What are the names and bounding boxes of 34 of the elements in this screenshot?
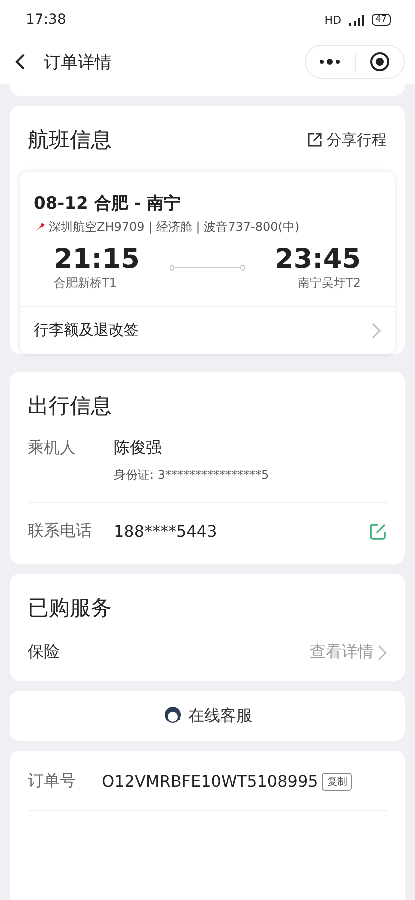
service-label: 保险: [28, 642, 60, 663]
phone-number: 188****5443: [114, 522, 218, 541]
copy-button[interactable]: 复制: [322, 772, 352, 790]
signal-icon: [348, 14, 366, 26]
arrival-airport: 南宁吴圩T2: [298, 275, 361, 292]
status-time: 17:38: [26, 12, 66, 28]
more-icon[interactable]: [319, 59, 342, 65]
battery-level: 47: [372, 14, 391, 26]
departure-time: 21:15: [54, 244, 140, 275]
flight-info: 深圳航空ZH9709 | 经济舱 | 波音737-800(中): [49, 219, 300, 236]
section-title: 出行信息: [28, 393, 112, 420]
customer-service-button[interactable]: 在线客服: [10, 691, 405, 741]
baggage-label: 行李额及退改签: [34, 321, 139, 340]
order-number: O12VMRBFE10WT5108995: [102, 772, 318, 791]
share-icon: [307, 132, 323, 148]
network-label: HD: [324, 14, 342, 26]
departure-airport: 合肥新桥T1: [54, 275, 118, 292]
share-button[interactable]: 分享行程: [307, 130, 387, 150]
arrival-time: 23:45: [275, 244, 361, 275]
headset-icon: [162, 706, 182, 726]
section-title: 已购服务: [28, 595, 112, 622]
edit-icon[interactable]: [369, 522, 387, 540]
order-label: 订单号: [28, 771, 76, 792]
id-number: 身份证: 3****************5: [114, 467, 270, 484]
passenger-name: 陈俊强: [114, 438, 163, 459]
baggage-row[interactable]: 行李额及退改签: [20, 306, 395, 354]
section-title: 航班信息: [28, 127, 112, 154]
chevron-icon: [372, 322, 381, 338]
chevron-icon: [378, 644, 387, 660]
field-label: 联系电话: [28, 521, 93, 542]
flight-route: 08-12 合肥 - 南宁: [33, 193, 182, 216]
field-label: 乘机人: [28, 438, 77, 459]
page-title: 订单详情: [44, 52, 113, 74]
airline-logo-icon: [34, 222, 46, 234]
